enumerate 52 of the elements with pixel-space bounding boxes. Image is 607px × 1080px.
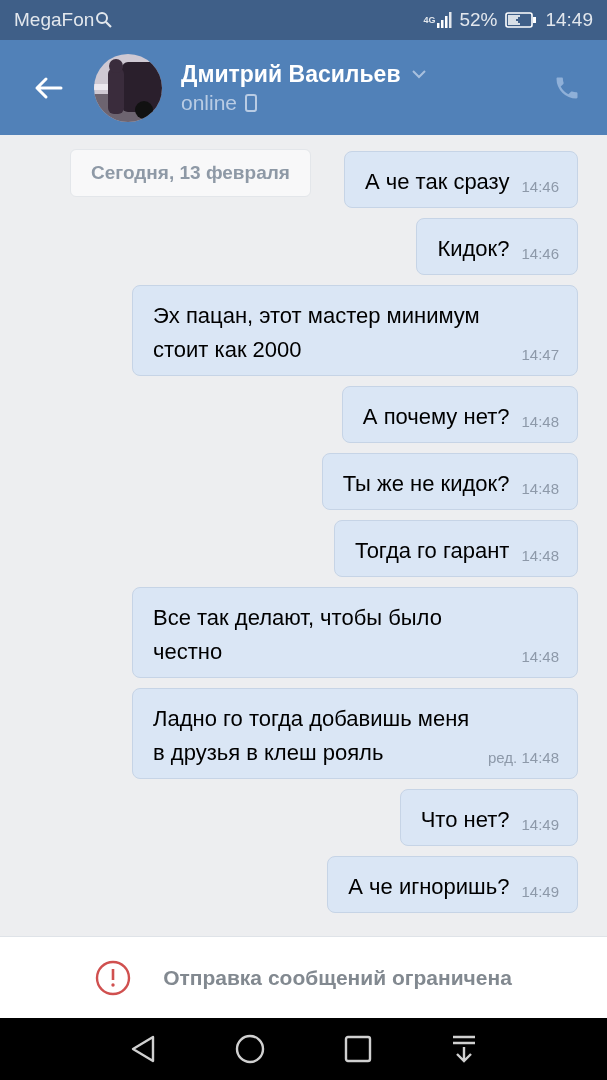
message-bubble[interactable]: Ты же не кидок? 14:48	[321, 453, 578, 510]
message-bubble[interactable]: Все так делают, чтобы было честно 14:48	[132, 587, 578, 678]
search-icon	[95, 11, 114, 29]
message-text: Все так делают, чтобы было честно	[153, 604, 443, 666]
contact-name[interactable]: Дмитрий Васильев	[181, 58, 401, 89]
back-arrow-icon	[33, 75, 63, 100]
message-time: 14:48	[521, 478, 559, 499]
circle-home-icon	[234, 1034, 265, 1064]
back-nav-button[interactable]	[129, 1035, 156, 1063]
carrier-name: MegaFon	[14, 7, 95, 32]
message-text: Ладно го тогда добавишь меня в друзья в клеш рояль	[153, 705, 471, 767]
message-time: 14:47	[521, 344, 559, 365]
restriction-notice: Отправка сообщений ограничена	[163, 964, 512, 991]
message-bubble[interactable]: Ладно го тогда добавишь меня в друзья в клеш рояль ред. 14:48	[132, 688, 578, 779]
signal-icon	[437, 11, 454, 29]
chevron-down-icon	[410, 68, 427, 79]
message-text: А че так сразу	[365, 168, 510, 196]
square-recents-icon	[344, 1035, 373, 1063]
message-bubble[interactable]: Тогда го гарант 14:48	[333, 520, 578, 577]
message-bubble[interactable]: Эх пацан, этот мастер минимум стоит как 2000 14:47	[132, 285, 578, 376]
message-text: А почему нет?	[362, 403, 510, 431]
message-text: Кидок?	[437, 235, 510, 263]
triangle-back-icon	[129, 1035, 156, 1063]
warning-icon	[95, 959, 132, 996]
message-bubble[interactable]: Что нет? 14:49	[399, 789, 578, 846]
home-button[interactable]	[234, 1034, 265, 1064]
recents-button[interactable]	[344, 1035, 373, 1063]
message-bubble[interactable]: А почему нет? 14:48	[341, 386, 578, 443]
message-text: Эх пацан, этот мастер минимум стоит как 2000	[153, 302, 481, 364]
notifications-button[interactable]	[451, 1035, 478, 1063]
message-time: 14:48	[521, 646, 559, 667]
message-time: 14:46	[521, 243, 559, 264]
message-bubble[interactable]: А че игноришь? 14:49	[327, 856, 578, 913]
message-text: Ты же не кидок?	[342, 470, 510, 498]
message-time: 14:48	[521, 411, 559, 432]
network-type: 4G	[423, 15, 436, 25]
message-text: Тогда го гарант	[354, 537, 510, 565]
message-text: Что нет?	[420, 806, 510, 834]
presence-status: online	[181, 89, 238, 116]
message-time: 14:48	[521, 545, 559, 566]
message-bubble[interactable]: А че так сразу 14:46	[344, 151, 578, 208]
message-time: 14:49	[521, 814, 559, 835]
message-text: А че игноришь?	[348, 873, 510, 901]
message-time: ред. 14:48	[488, 747, 559, 768]
message-bubble[interactable]: Кидок? 14:46	[416, 218, 578, 275]
pull-down-icon	[451, 1035, 478, 1063]
battery-charging-icon	[505, 11, 538, 29]
clock: 14:49	[545, 7, 593, 32]
mobile-phone-icon	[245, 93, 258, 112]
battery-percent: 52%	[459, 7, 498, 32]
message-time: 14:49	[521, 881, 559, 902]
message-time: 14:46	[521, 176, 559, 197]
